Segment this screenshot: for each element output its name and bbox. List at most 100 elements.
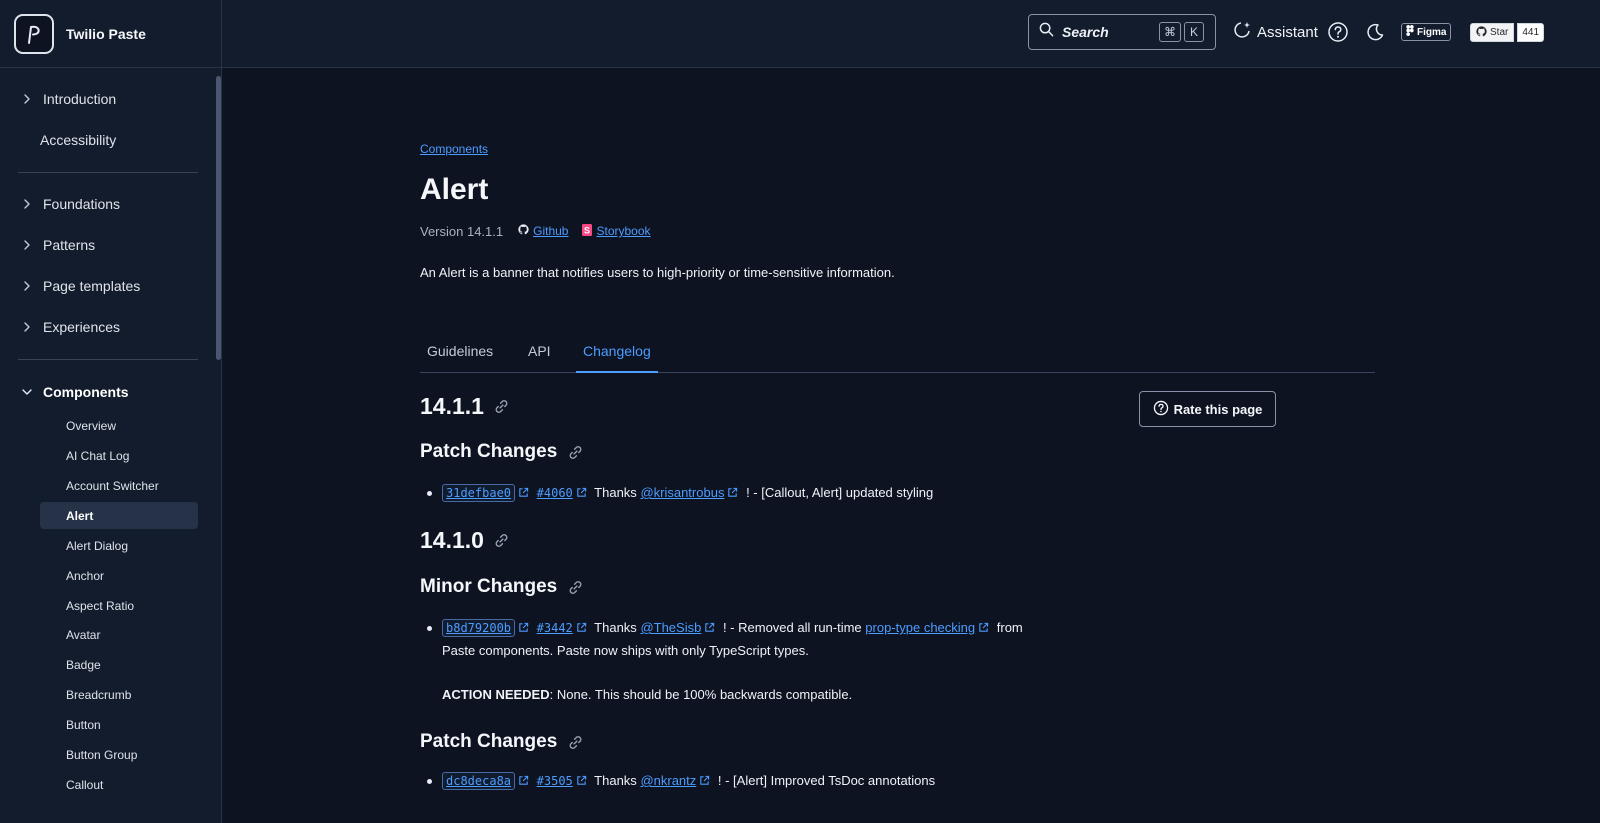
svg-text:S: S xyxy=(584,225,590,235)
link-icon[interactable] xyxy=(494,533,510,549)
changelog-entry: b8d79200b #3442 Thanks @TheSisb ! - Remo… xyxy=(427,617,1067,706)
sidebar-subitem-callout[interactable]: Callout xyxy=(40,771,198,798)
github-link-label: Github xyxy=(533,224,569,238)
moon-icon[interactable] xyxy=(1363,20,1387,44)
entry-text: ! - [Alert] Improved TsDoc annotations xyxy=(717,773,936,788)
breadcrumb-components[interactable]: Components xyxy=(420,142,488,156)
sidebar-divider xyxy=(18,172,198,173)
link-icon[interactable] xyxy=(494,399,510,415)
figma-link[interactable]: Figma xyxy=(1401,23,1452,41)
author-link[interactable]: @krisantrobus xyxy=(640,485,724,500)
external-link-icon xyxy=(518,618,529,640)
sidebar-subitem-label: Alert xyxy=(66,508,94,523)
github-link[interactable]: Github xyxy=(518,224,568,238)
sidebar-item-experiences[interactable]: Experiences xyxy=(0,307,210,347)
prop-type-checking-link[interactable]: prop-type checking xyxy=(865,620,975,635)
thanks-text: Thanks xyxy=(594,620,637,635)
sidebar-item-label: Introduction xyxy=(43,91,117,107)
entry-text: ! - Removed all run-time xyxy=(722,620,862,635)
storybook-icon: S xyxy=(582,223,593,239)
pull-request-link[interactable]: #3442 xyxy=(537,621,573,635)
external-link-icon xyxy=(576,618,587,640)
commit-hash-link[interactable]: b8d79200b xyxy=(442,619,516,637)
pull-request-link[interactable]: #4060 xyxy=(537,486,573,500)
sidebar-subitem-label: Account Switcher xyxy=(66,478,159,493)
sidebar-item-patterns[interactable]: Patterns xyxy=(0,225,210,265)
action-needed-label: ACTION NEEDED xyxy=(442,687,550,702)
sidebar-item-label: Page templates xyxy=(43,278,141,294)
assistant-button[interactable]: Assistant xyxy=(1232,20,1318,44)
sidebar-item-components[interactable]: Components xyxy=(0,372,210,412)
author-link[interactable]: @nkrantz xyxy=(640,773,696,788)
pull-request-link[interactable]: #3505 xyxy=(537,774,573,788)
brand-home-link[interactable]: Twilio Paste xyxy=(0,0,222,68)
section-heading-text: Minor Changes xyxy=(420,576,558,597)
sidebar-subitem-button-group[interactable]: Button Group xyxy=(40,741,198,768)
search-button[interactable]: Search ⌘ K xyxy=(1028,14,1216,50)
sidebar-subitem-badge[interactable]: Badge xyxy=(40,651,198,678)
github-star-count[interactable]: 441 xyxy=(1517,23,1545,42)
sidebar-item-accessibility[interactable]: Accessibility xyxy=(0,120,210,160)
section-heading-text: Patch Changes xyxy=(420,731,558,752)
external-link-icon xyxy=(518,771,529,793)
help-icon[interactable] xyxy=(1326,20,1350,44)
version-heading-text: 14.1.0 xyxy=(420,527,484,553)
tab-changelog[interactable]: Changelog xyxy=(576,339,658,373)
commit-hash-link[interactable]: 31defbae0 xyxy=(442,484,516,502)
changelog-version-heading: 14.1.0 xyxy=(420,527,510,554)
rate-page-button[interactable]: Rate this page xyxy=(1139,391,1276,427)
sidebar-subitem-account-switcher[interactable]: Account Switcher xyxy=(40,472,198,499)
sidebar-subitem-label: Breadcrumb xyxy=(66,687,132,702)
sidebar-subitem-label: AI Chat Log xyxy=(66,448,130,463)
sidebar-subitem-aspect-ratio[interactable]: Aspect Ratio xyxy=(40,592,198,619)
sidebar-subitem-button[interactable]: Button xyxy=(40,711,198,738)
action-needed-text: : None. This should be 100% backwards co… xyxy=(549,687,853,702)
sidebar: Introduction Accessibility Foundations P… xyxy=(0,68,222,823)
entry-text: from xyxy=(996,620,1023,635)
author-link[interactable]: @TheSisb xyxy=(640,620,701,635)
external-link-icon xyxy=(727,483,738,505)
sidebar-subitem-label: Anchor xyxy=(66,568,105,583)
github-star-widget[interactable]: Star 441 xyxy=(1470,23,1545,42)
sidebar-subitem-alert[interactable]: Alert xyxy=(40,502,198,529)
sidebar-subitem-overview[interactable]: Overview xyxy=(40,412,198,439)
tab-api[interactable]: API xyxy=(528,339,551,373)
figma-label: Figma xyxy=(1417,26,1447,38)
version-heading-text: 14.1.1 xyxy=(420,393,484,419)
sidebar-item-page-templates[interactable]: Page templates xyxy=(0,266,210,306)
link-icon[interactable] xyxy=(567,579,583,595)
entry-text: Paste components. Paste now ships with o… xyxy=(442,643,809,658)
tab-guidelines[interactable]: Guidelines xyxy=(427,339,493,373)
search-label: Search xyxy=(1062,24,1109,40)
chevron-right-icon xyxy=(19,322,35,332)
sidebar-subitem-breadcrumb[interactable]: Breadcrumb xyxy=(40,681,198,708)
sidebar-subitem-label: Alert Dialog xyxy=(66,538,129,553)
github-star-button[interactable]: Star xyxy=(1470,23,1515,42)
changelog-entry: dc8deca8a #3505 Thanks @nkrantz ! - [Ale… xyxy=(427,770,1067,793)
sidebar-subitem-avatar[interactable]: Avatar xyxy=(40,621,198,648)
page-meta: Version 14.1.1 Github S Storybook xyxy=(420,222,665,240)
link-icon[interactable] xyxy=(567,444,583,460)
chevron-right-icon xyxy=(19,281,35,291)
sidebar-subitem-label: Avatar xyxy=(66,627,101,642)
sidebar-item-foundations[interactable]: Foundations xyxy=(0,184,210,224)
sidebar-subitem-alert-dialog[interactable]: Alert Dialog xyxy=(40,532,198,559)
sidebar-item-introduction[interactable]: Introduction xyxy=(0,79,210,119)
section-heading-text: Patch Changes xyxy=(420,441,558,462)
sidebar-scrollbar[interactable] xyxy=(216,76,221,360)
sidebar-subitem-ai-chat-log[interactable]: AI Chat Log xyxy=(40,442,198,469)
version-label: Version 14.1.1 xyxy=(420,223,504,239)
help-circle-icon xyxy=(1153,400,1169,419)
changelog-version-heading: 14.1.1 xyxy=(420,393,510,420)
link-icon[interactable] xyxy=(567,734,583,750)
chevron-right-icon xyxy=(19,199,35,209)
chevron-right-icon xyxy=(19,240,35,250)
commit-hash-link[interactable]: dc8deca8a xyxy=(442,772,516,790)
sidebar-subitem-anchor[interactable]: Anchor xyxy=(40,562,198,589)
section-heading-patch: Patch Changes xyxy=(420,441,583,463)
chevron-right-icon xyxy=(19,94,35,104)
storybook-link[interactable]: S Storybook xyxy=(582,223,651,239)
main-content: Components Alert Version 14.1.1 Github S… xyxy=(223,69,1600,823)
github-star-label: Star xyxy=(1490,27,1509,38)
figma-icon xyxy=(1406,25,1414,39)
